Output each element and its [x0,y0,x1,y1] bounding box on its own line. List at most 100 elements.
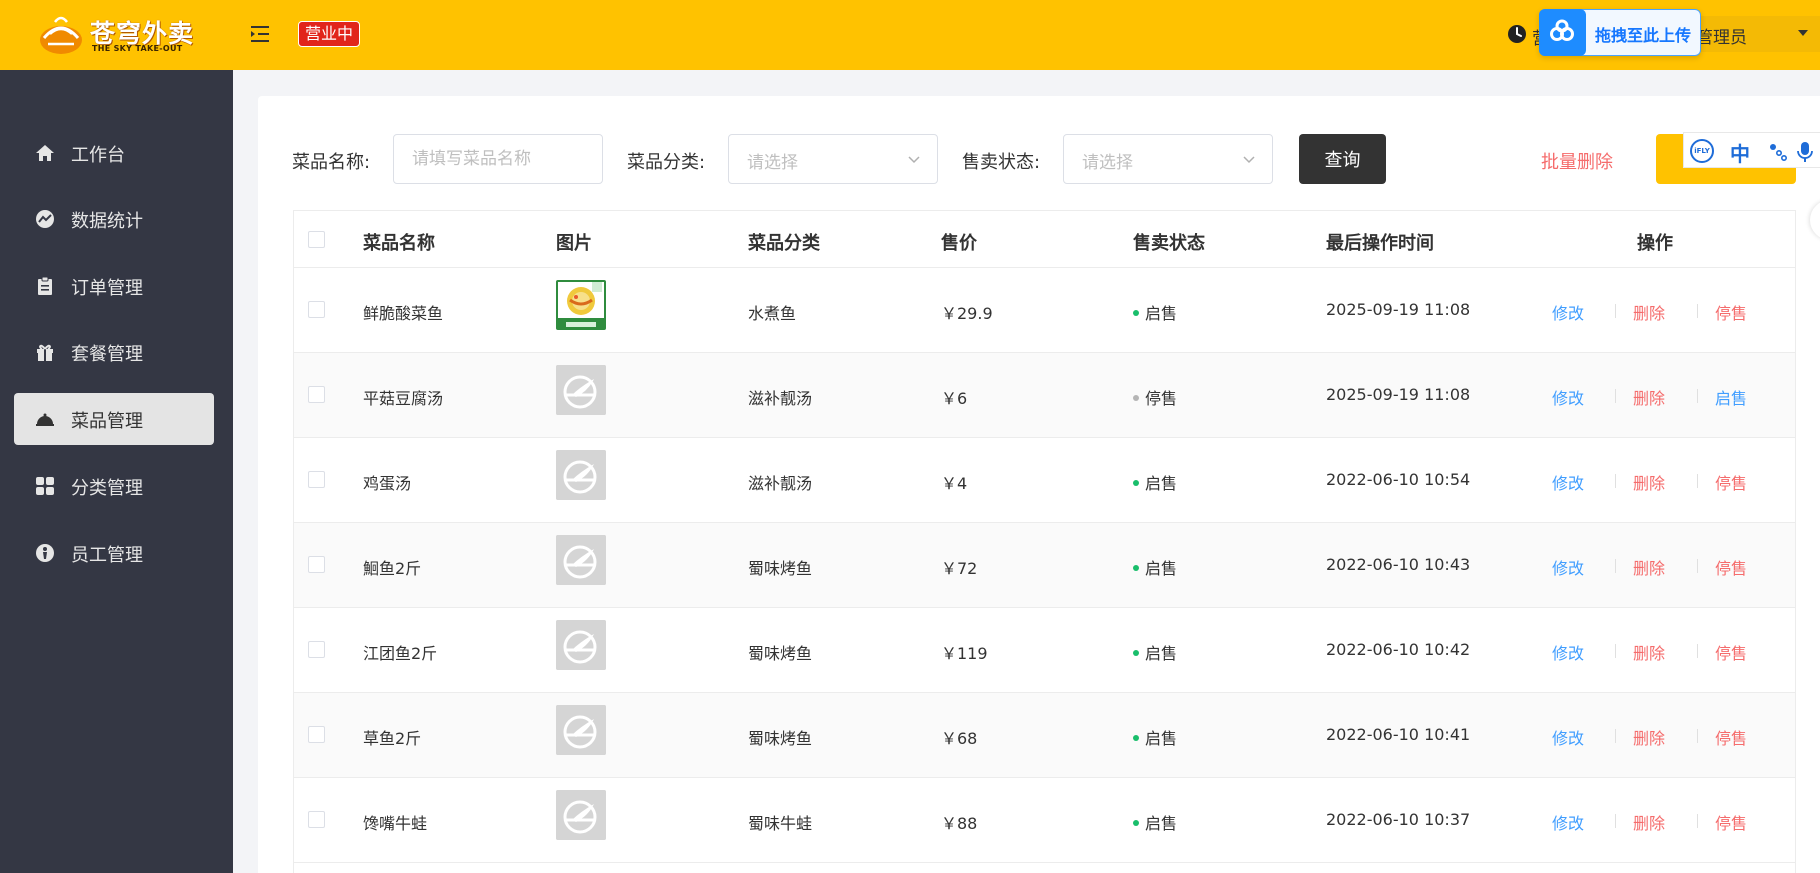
toggle-sale-button[interactable]: 停售 [1715,810,1747,834]
sidebar-item-categories[interactable]: 分类管理 [14,460,214,512]
status-badge: 停售 [1133,385,1177,409]
status-dot-icon [1133,394,1139,401]
top-header: 苍穹外卖 THE SKY TAKE-OUT 营业中 营 管理员 拖拽至此上传 [0,0,1820,70]
edit-button[interactable]: 修改 [1552,300,1584,324]
toggle-sale-button[interactable]: 启售 [1715,385,1747,409]
sky-takeout-logo-icon [40,16,82,54]
dish-category: 蜀味烤鱼 [748,644,813,663]
gift-icon [37,344,53,361]
status-dot-icon [1133,564,1139,571]
dish-category: 蜀味烤鱼 [748,729,813,748]
row-checkbox[interactable] [308,386,325,403]
user-menu[interactable]: 管理员 [1680,16,1820,52]
edit-button[interactable]: 修改 [1552,470,1584,494]
column-header-status: 售卖状态 [1133,233,1205,254]
toggle-sale-button[interactable]: 停售 [1715,555,1747,579]
sidebar-item-label: 分类管理 [71,478,143,499]
action-divider [1697,304,1698,318]
user-name: 管理员 [1696,28,1747,48]
dish-image [556,620,606,670]
punctuation-icon[interactable] [1768,142,1788,162]
row-checkbox[interactable] [308,471,325,488]
action-divider [1615,729,1616,743]
status-text: 启售 [1145,729,1178,748]
delete-button[interactable]: 删除 [1633,640,1665,664]
action-divider [1615,474,1616,488]
row-checkbox[interactable] [308,556,325,573]
microphone-icon[interactable] [1796,141,1814,163]
delete-button[interactable]: 删除 [1633,470,1665,494]
table-row: 鲜脆酸菜鱼 水煮鱼 ￥29.9 启售 2025-09-19 11:08 修改 删除 停售 [294,268,1795,353]
sidebar-item-employees[interactable]: 员工管理 [14,527,214,579]
sidebar-item-label: 订单管理 [71,278,143,299]
edit-button[interactable]: 修改 [1552,555,1584,579]
action-divider [1615,559,1616,573]
action-divider [1697,644,1698,658]
select-all-checkbox[interactable] [308,231,325,248]
shop-status-badge[interactable]: 营业中 [298,21,361,47]
table-row: 鮰鱼2斤 蜀味烤鱼 ￥72 启售 2022-06-10 10:43 修改 删除 停售 [294,523,1795,608]
dish-price: ￥4 [941,474,968,493]
delete-button[interactable]: 删除 [1633,300,1665,324]
dish-category: 水煮鱼 [748,304,797,323]
row-checkbox[interactable] [308,726,325,743]
dish-name: 鮰鱼2斤 [363,559,422,578]
ifly-language-toggle[interactable]: 中 [1730,138,1750,167]
dish-image [556,365,606,415]
dish-category: 滋补靓汤 [748,474,813,493]
toggle-sale-button[interactable]: 停售 [1715,725,1747,749]
dish-name-input[interactable] [393,134,603,184]
edit-button[interactable]: 修改 [1552,385,1584,409]
table-row: 鸡蛋汤 滋补靓汤 ￥4 启售 2022-06-10 10:54 修改 删除 停售 [294,438,1795,523]
ifly-input-toolbar: iFLY 中 [1683,132,1820,168]
delete-button[interactable]: 删除 [1633,725,1665,749]
row-checkbox[interactable] [308,301,325,318]
chevron-down-icon [1243,156,1255,164]
table-header: 菜品名称 图片 菜品分类 售价 售卖状态 最后操作时间 操作 [294,211,1795,268]
row-checkbox[interactable] [308,811,325,828]
clock-icon [1508,25,1526,43]
clipboard-icon [38,276,52,295]
edit-button[interactable]: 修改 [1552,725,1584,749]
batch-delete-button[interactable]: 批量删除 [1541,148,1613,174]
action-divider [1615,389,1616,403]
delete-button[interactable]: 删除 [1633,810,1665,834]
drag-upload-widget[interactable]: 拖拽至此上传 [1539,9,1701,56]
toggle-sale-button[interactable]: 停售 [1715,640,1747,664]
sidebar-item-dishes[interactable]: 菜品管理 [14,393,214,445]
dish-category-select[interactable]: 请选择 [728,134,938,184]
dish-image [556,705,606,755]
status-dot-icon [1133,479,1139,486]
ifly-logo[interactable]: iFLY [1690,139,1714,163]
query-button[interactable]: 查询 [1299,134,1386,184]
column-header-category: 菜品分类 [748,233,820,254]
status-dot-icon [1133,734,1139,741]
column-header-image: 图片 [556,233,592,254]
upload-widget-label: 拖拽至此上传 [1595,26,1692,45]
sale-status-select[interactable]: 请选择 [1063,134,1273,184]
sidebar-item-workbench[interactable]: 工作台 [14,127,214,179]
dish-image [556,790,606,840]
collapse-menu-icon[interactable] [250,23,272,45]
sidebar-item-label: 数据统计 [71,211,143,232]
toggle-sale-button[interactable]: 停售 [1715,470,1747,494]
column-header-name: 菜品名称 [363,233,435,254]
delete-button[interactable]: 删除 [1633,555,1665,579]
sidebar-item-label: 工作台 [71,145,125,166]
delete-button[interactable]: 删除 [1633,385,1665,409]
status-dot-icon [1133,819,1139,826]
action-divider [1697,389,1698,403]
sidebar-item-combos[interactable]: 套餐管理 [14,326,214,378]
dish-image [556,280,606,330]
sale-status-label: 售卖状态: [962,152,1041,173]
status-badge: 启售 [1133,300,1177,324]
toggle-sale-button[interactable]: 停售 [1715,300,1747,324]
dish-price: ￥29.9 [941,304,993,323]
sidebar-item-orders[interactable]: 订单管理 [14,260,214,312]
edit-button[interactable]: 修改 [1552,810,1584,834]
edit-button[interactable]: 修改 [1552,640,1584,664]
action-divider [1615,304,1616,318]
dish-table: 菜品名称 图片 菜品分类 售价 售卖状态 最后操作时间 操作 鲜脆酸菜鱼 水煮鱼 ￥… [293,210,1796,873]
sidebar-item-statistics[interactable]: 数据统计 [14,193,214,245]
row-checkbox[interactable] [308,641,325,658]
